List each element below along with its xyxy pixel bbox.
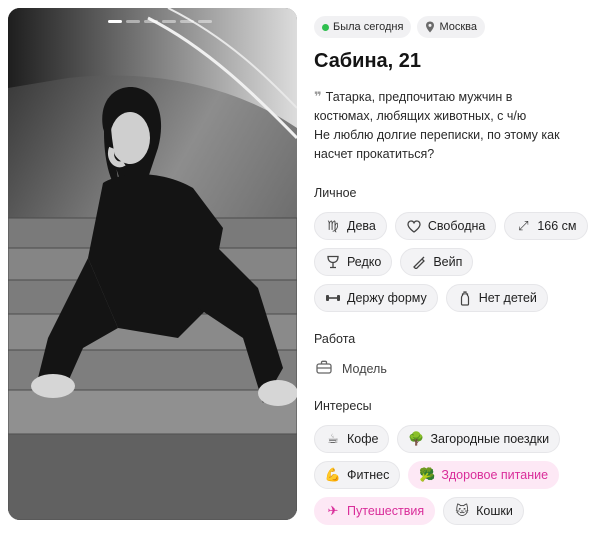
briefcase-icon — [316, 360, 332, 377]
dumbbell-icon — [325, 290, 341, 306]
chip-interest-cats[interactable]: 🐱 Кошки — [443, 497, 524, 525]
chip-interest-healthy-food[interactable]: 🥦 Здоровое питание — [408, 461, 560, 489]
chip-relationship[interactable]: Свободна — [394, 212, 497, 240]
chip-fitness[interactable]: Держу форму — [314, 284, 438, 312]
photo-progress-segment[interactable] — [198, 20, 212, 23]
chip-height[interactable]: ⤢ 166 см — [504, 212, 588, 240]
work-section-title: Работа — [314, 332, 356, 346]
location-badge: Москва — [417, 16, 485, 38]
interest-chips: ☕ Кофе 🌳 Загородные поездки 💪 Фитнес 🥦 З… — [314, 425, 592, 525]
profile-bio: ❞ Татарка, предпочитаю мужчин в костюмах,… — [314, 87, 592, 164]
chip-interest-coffee[interactable]: ☕ Кофе — [314, 425, 390, 453]
photo-progress-segment[interactable] — [108, 20, 122, 23]
bio-line: Не люблю долгие переписки, по этому как — [314, 128, 560, 142]
online-status-badge: Была сегодня — [314, 16, 412, 38]
chip-children[interactable]: Нет детей — [445, 284, 548, 312]
location-label: Москва — [439, 21, 477, 33]
broccoli-icon: 🥦 — [419, 467, 436, 482]
bio-line: ❞ Татарка, предпочитаю мужчин в — [314, 89, 513, 104]
bio-line: насчет прокатиться? — [314, 147, 435, 161]
profile-photo[interactable] — [8, 8, 297, 520]
online-dot-icon — [322, 23, 329, 31]
coffee-icon: ☕ — [327, 431, 339, 446]
height-arrows-icon: ⤢ — [518, 218, 529, 233]
personal-section-title: Личное — [314, 186, 357, 200]
photo-progress-segment[interactable] — [162, 20, 176, 23]
chip-interest-travel[interactable]: ✈ Путешествия — [314, 497, 436, 525]
cat-icon: 🐱 — [455, 503, 469, 518]
bio-line: костюмах, любящих животных, с ч/ю — [314, 109, 527, 123]
profile-name: Сабина, 21 — [314, 50, 422, 72]
photo-progress — [108, 20, 212, 23]
chip-interest-country-trips[interactable]: 🌳 Загородные поездки — [397, 425, 561, 453]
location-pin-icon — [426, 21, 435, 33]
photo-progress-segment[interactable] — [126, 20, 140, 23]
profile-info: Была сегодня Москва Сабина, 21 ❞ Татарка,… — [314, 16, 592, 525]
tree-icon: 🌳 — [408, 431, 425, 446]
status-badges: Была сегодня Москва — [314, 16, 592, 38]
chip-smoking[interactable]: Вейп — [400, 248, 474, 276]
wine-glass-icon — [325, 254, 341, 270]
airplane-icon: ✈ — [327, 503, 339, 518]
heart-icon — [406, 218, 422, 234]
personal-chips: ♍ Дева Свободна ⤢ 166 см Редко Вейп Держ… — [314, 212, 592, 312]
quote-icon: ❞ — [314, 89, 322, 104]
work-row: Модель — [314, 360, 592, 377]
profile-photo-image — [8, 8, 297, 520]
online-status-label: Была сегодня — [333, 21, 404, 33]
vape-icon — [411, 254, 427, 270]
chip-interest-fitness[interactable]: 💪 Фитнес — [314, 461, 401, 489]
baby-bottle-icon — [457, 290, 473, 306]
photo-progress-segment[interactable] — [180, 20, 194, 23]
photo-progress-segment[interactable] — [144, 20, 158, 23]
chip-zodiac[interactable]: ♍ Дева — [314, 212, 387, 240]
work-value: Модель — [342, 361, 387, 376]
virgo-icon: ♍ — [327, 218, 339, 233]
chip-alcohol[interactable]: Редко — [314, 248, 393, 276]
interests-section-title: Интересы — [314, 399, 372, 413]
flexed-biceps-icon: 💪 — [324, 467, 342, 482]
